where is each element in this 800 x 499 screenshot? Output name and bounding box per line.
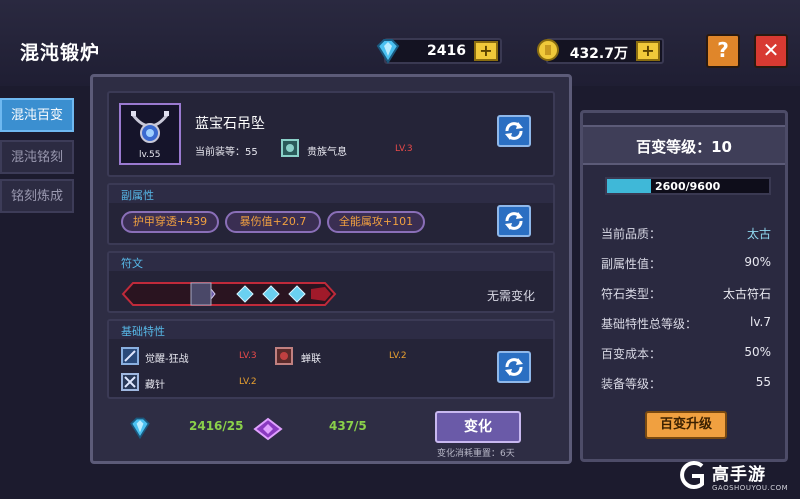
rune-section: 符文 无需变化: [107, 251, 555, 313]
stat-row: 符石类型： 太古符石: [601, 285, 771, 302]
item-name: 蓝宝石吊坠: [195, 116, 265, 132]
hidden-needle-icon: [121, 373, 139, 391]
item-level-badge: lv.55: [139, 150, 161, 160]
crystal-icon: [253, 417, 283, 441]
stat-value: 50%: [744, 345, 771, 359]
xp-bar-fill: [607, 179, 651, 193]
aura-level: LV.3: [395, 144, 413, 154]
awaken-berserk-icon: [121, 347, 139, 365]
stat-label: 装备等级：: [601, 377, 662, 391]
stat-value: 太古: [746, 227, 771, 241]
gold-coin-icon: [537, 39, 559, 61]
refresh-icon: [505, 212, 523, 230]
aura-icon: [281, 139, 299, 157]
rune-slot-bar: [121, 282, 337, 306]
diamond-cost: 2416/25: [189, 419, 244, 433]
aura-name: 贵族气息: [307, 147, 347, 158]
refresh-icon: [505, 358, 523, 376]
stat-label: 基础特性总等级：: [601, 317, 698, 331]
rune-title: 符文: [121, 257, 143, 270]
stat-value: 55: [755, 375, 771, 389]
add-gold-button[interactable]: +: [636, 41, 660, 61]
crystal-cost: 437/5: [329, 419, 367, 433]
pendant-icon: [131, 111, 169, 143]
reroll-sub-attributes-button[interactable]: [497, 205, 531, 237]
diamond-count: 2416: [427, 43, 466, 59]
tab-engrave-forge[interactable]: 铭刻炼成: [0, 179, 74, 213]
stat-row: 当前品质： 太古: [601, 225, 771, 242]
trait-level: LV.3: [239, 351, 257, 361]
xp-bar: 2600/9600: [605, 177, 771, 195]
stat-value: 太古符石: [722, 287, 771, 301]
gold-count: 432.7万: [569, 46, 628, 62]
section-header: [109, 253, 553, 271]
chain-icon: [275, 347, 293, 365]
close-button[interactable]: ✕: [754, 34, 788, 68]
base-traits-title: 基础特性: [121, 325, 165, 338]
item-slot[interactable]: lv.55: [119, 103, 181, 165]
stat-label: 当前品质：: [601, 227, 662, 241]
section-header: [109, 185, 553, 203]
stat-row: 基础特性总等级： lv.7: [601, 315, 771, 332]
sub-attribute-pill: 护甲穿透+439: [121, 211, 219, 233]
item-section: lv.55 蓝宝石吊坠 当前装等：55 贵族气息 LV.3: [107, 91, 555, 177]
base-traits-section: 基础特性 觉醒-狂战 LV.3 蝉联 LV.2 藏针 LV.2: [107, 319, 555, 399]
equip-level: 当前装等：55: [195, 147, 258, 158]
trait-level: LV.2: [239, 377, 257, 387]
transform-level-panel: 百变等级：10 2600/9600 当前品质： 太古 副属性值： 90% 符石类…: [580, 110, 788, 462]
stat-row: 百变成本： 50%: [601, 345, 771, 362]
stat-row: 装备等级： 55: [601, 375, 771, 392]
section-header: [109, 321, 553, 339]
reroll-item-button[interactable]: [497, 115, 531, 147]
sub-attributes-title: 副属性: [121, 189, 154, 202]
stat-value: 90%: [744, 255, 771, 269]
transform-level-title: 百变等级：10: [636, 138, 732, 156]
stat-value: lv.7: [750, 315, 771, 329]
page-title: 混沌锻炉: [20, 42, 101, 64]
gaoshouyou-logo-icon: [680, 461, 704, 489]
diamond-icon: [130, 417, 150, 440]
watermark-brand: 高手游: [712, 465, 766, 485]
panel-header: 百变等级：10: [583, 125, 785, 165]
reroll-traits-button[interactable]: [497, 351, 531, 383]
trait-level: LV.2: [389, 351, 407, 361]
trait-name: 蝉联: [301, 354, 321, 365]
sub-attribute-pill: 暴伤值+20.7: [225, 211, 321, 233]
refresh-icon: [505, 122, 523, 140]
help-button[interactable]: ?: [706, 34, 740, 68]
main-panel: lv.55 蓝宝石吊坠 当前装等：55 贵族气息 LV.3 副属性 护甲穿透+4…: [90, 74, 572, 464]
stat-label: 副属性值：: [601, 257, 662, 271]
add-diamonds-button[interactable]: +: [474, 41, 498, 61]
rune-status: 无需变化: [487, 289, 536, 303]
gold-counter: 432.7万 +: [537, 38, 664, 64]
stat-row: 副属性值： 90%: [601, 255, 771, 272]
xp-text: 2600/9600: [655, 180, 721, 193]
trait-name: 觉醒-狂战: [145, 354, 189, 365]
trait-name: 藏针: [145, 380, 165, 391]
change-button[interactable]: 变化: [435, 411, 521, 443]
watermark-url: GAOSHOUYOU.COM: [712, 484, 789, 492]
stat-label: 百变成本：: [601, 347, 662, 361]
diamond-icon: [376, 39, 400, 64]
sub-attributes-section: 副属性 护甲穿透+439 暴伤值+20.7 全能属攻+101: [107, 183, 555, 245]
stat-label: 符石类型：: [601, 287, 662, 301]
tab-chaos-engrave[interactable]: 混沌铭刻: [0, 140, 74, 174]
tab-chaos-transform[interactable]: 混沌百变: [0, 98, 74, 132]
change-reset-note: 变化消耗重置：6天: [437, 449, 515, 459]
sub-attribute-pill: 全能属攻+101: [327, 211, 425, 233]
diamond-counter: 2416 +: [376, 38, 502, 64]
transform-upgrade-button[interactable]: 百变升级: [645, 411, 727, 439]
